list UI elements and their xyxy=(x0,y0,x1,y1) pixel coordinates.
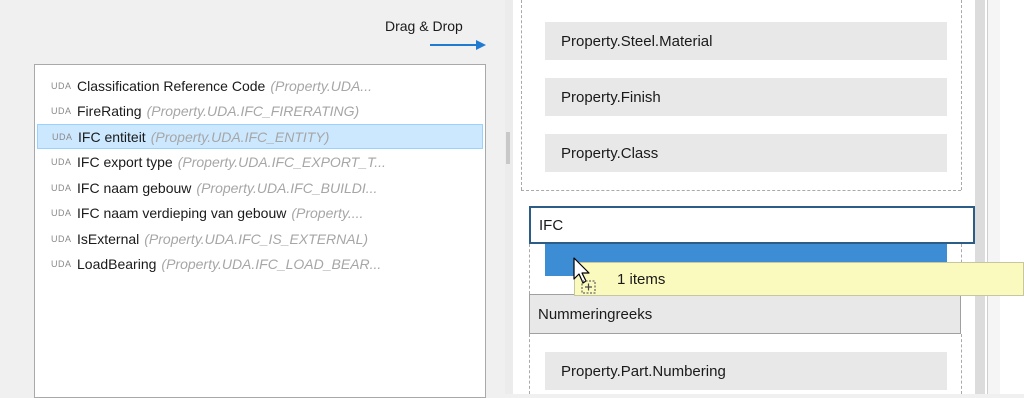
field-finish[interactable]: Property.Finish xyxy=(545,78,947,116)
list-item[interactable]: UDA IsExternal (Property.UDA.IFC_IS_EXTERN… xyxy=(37,226,483,251)
list-item[interactable]: UDA LoadBearing (Property.UDA.IFC_LOAD_BEA… xyxy=(37,252,483,277)
uda-tag: UDA xyxy=(51,182,72,193)
group-border xyxy=(529,244,530,294)
uda-tag: UDA xyxy=(51,106,72,116)
scrollbar-track[interactable] xyxy=(975,0,985,394)
item-name: FireRating xyxy=(77,103,142,119)
list-item[interactable]: UDA IFC entiteit (Property.UDA.IFC_ENTITY) xyxy=(37,124,483,149)
item-name: IFC naam verdieping van gebouw xyxy=(77,205,287,221)
list-item[interactable]: UDA IFC naam gebouw (Property.UDA.IFC_BUIL… xyxy=(37,175,483,200)
item-property-path: (Property.UDA.IFC_EXPORT_T... xyxy=(177,154,386,170)
group-border xyxy=(961,0,962,190)
item-property-path: (Property.UDA.IFC_FIRERATING) xyxy=(146,103,360,119)
group-numbering-header[interactable]: Nummeringreeks xyxy=(529,294,961,334)
scrollbar-lane[interactable] xyxy=(987,0,1000,394)
item-name: IFC entiteit xyxy=(78,128,146,145)
uda-tag: UDA xyxy=(51,80,72,91)
item-name: Classification Reference Code xyxy=(77,77,266,94)
item-property-path: (Property.UDA.IFC_IS_EXTERNAL) xyxy=(144,230,369,247)
uda-tag: UDA xyxy=(51,233,72,244)
list-item[interactable]: UDA IFC naam verdieping van gebouw (Proper… xyxy=(37,201,483,226)
drag-tooltip: 1 items xyxy=(574,262,1024,296)
arrow-right-icon xyxy=(430,40,486,50)
item-property-path: (Property.... xyxy=(291,205,364,221)
group-border xyxy=(961,334,962,394)
uda-tag: UDA xyxy=(51,157,72,167)
item-property-path: (Property.UDA.IFC_LOAD_BEAR... xyxy=(161,256,382,272)
list-item[interactable]: UDA Classification Reference Code (Propert… xyxy=(37,73,483,98)
group-border xyxy=(521,190,961,191)
property-list[interactable]: UDA Classification Reference Code (Propert… xyxy=(34,64,486,398)
splitter[interactable] xyxy=(505,0,513,394)
field-part-numbering[interactable]: Property.Part.Numbering xyxy=(545,352,947,390)
drag-copy-cursor-icon xyxy=(573,257,596,294)
splitter-grip[interactable] xyxy=(506,132,510,164)
group-ifc-header[interactable]: IFC xyxy=(529,206,975,244)
item-name: IFC export type xyxy=(77,154,173,170)
group-border xyxy=(529,334,530,394)
field-class[interactable]: Property.Class xyxy=(545,134,947,172)
field-steel-material[interactable]: Property.Steel.Material xyxy=(545,22,947,60)
item-property-path: (Property.UDA.IFC_ENTITY) xyxy=(150,128,330,145)
list-item[interactable]: UDA IFC export type (Property.UDA.IFC_EXPO… xyxy=(37,150,483,175)
item-name: IFC naam gebouw xyxy=(77,179,192,196)
uda-tag: UDA xyxy=(52,131,73,142)
drag-drop-label: Drag & Drop xyxy=(385,18,463,34)
group-border xyxy=(521,0,522,190)
uda-tag: UDA xyxy=(51,259,72,269)
item-name: IsExternal xyxy=(77,230,140,247)
uda-tag: UDA xyxy=(51,208,72,218)
item-property-path: (Property.UDA.IFC_BUILDI... xyxy=(196,179,378,196)
item-property-path: (Property.UDA... xyxy=(270,77,372,94)
list-item[interactable]: UDA FireRating (Property.UDA.IFC_FIRERATIN… xyxy=(37,99,483,124)
layout-panel: Property.Steel.Material Property.Finish … xyxy=(513,0,1024,394)
item-name: LoadBearing xyxy=(77,256,157,272)
